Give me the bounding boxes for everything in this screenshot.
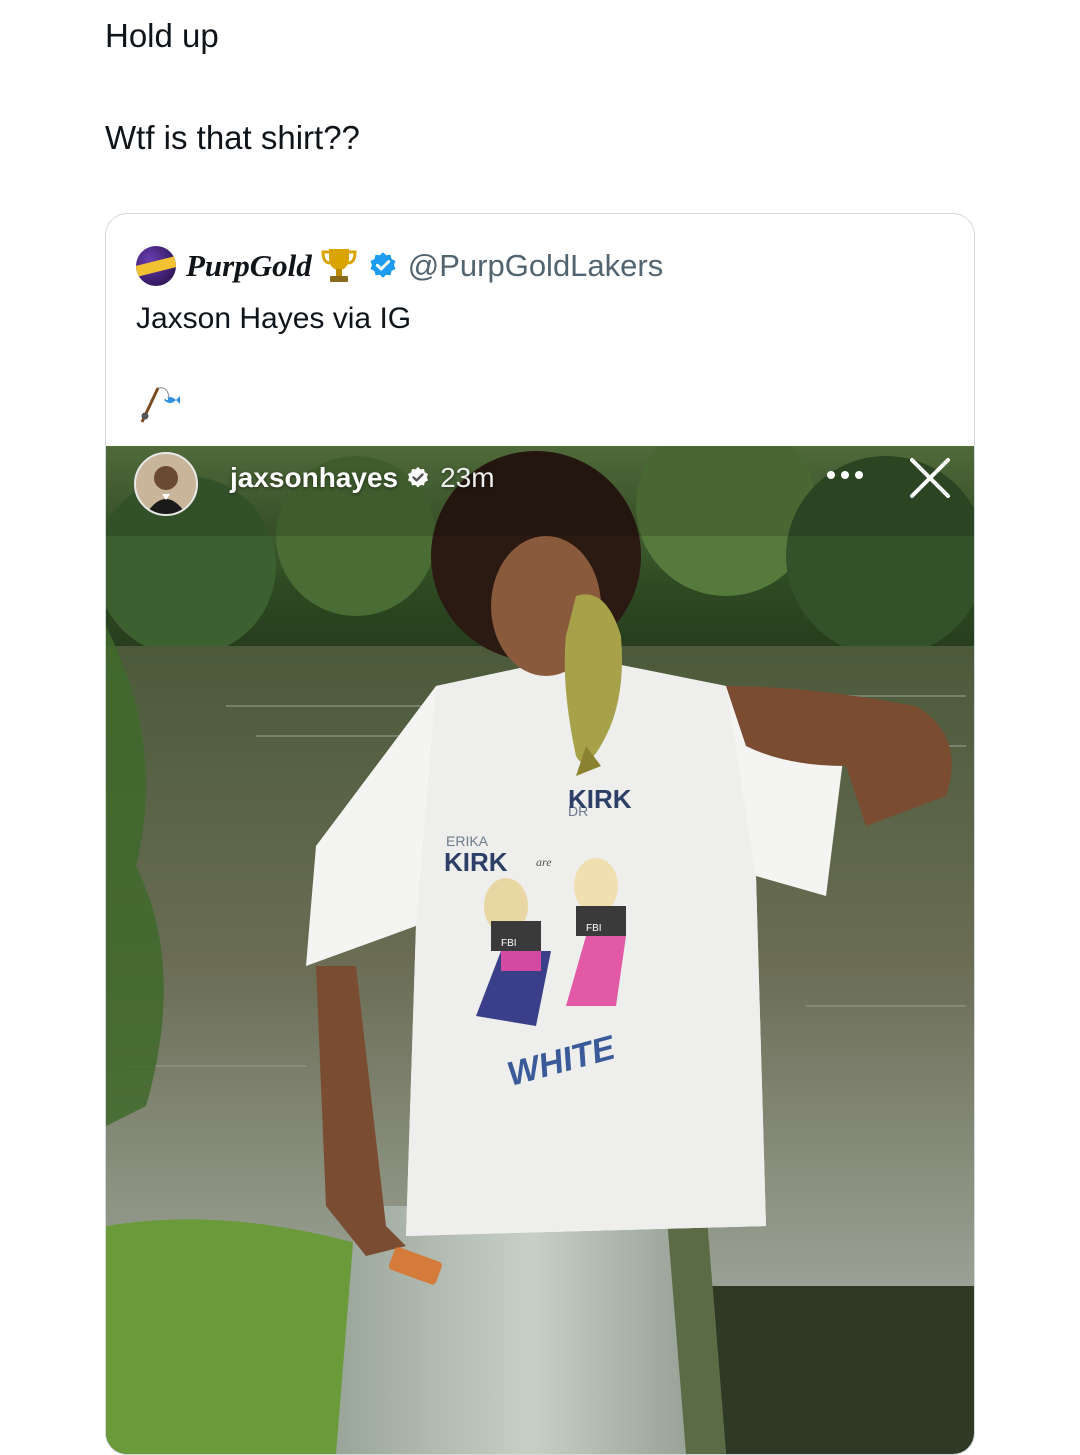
- story-photo-scene: ERIKA KIRK are DR KIRK FBI FBI WHITE: [106, 446, 974, 1454]
- fishing-pole-icon: [140, 387, 180, 423]
- quoted-post-header: PurpGold @PurpGoldLakers: [136, 244, 663, 288]
- story-timestamp: 23m: [440, 462, 495, 493]
- story-screenshot-image[interactable]: ERIKA KIRK are DR KIRK FBI FBI WHITE jax…: [106, 446, 974, 1454]
- story-username[interactable]: jaxsonhayes: [230, 462, 398, 494]
- post-text-line-1: Hold up: [105, 17, 219, 54]
- more-dots-icon[interactable]: [822, 460, 868, 490]
- trophy-icon: [321, 249, 357, 282]
- svg-text:KIRK: KIRK: [444, 847, 508, 877]
- story-user-info: jaxsonhayes 23m: [230, 462, 495, 494]
- svg-text:are: are: [536, 855, 552, 869]
- quoted-author-name[interactable]: PurpGold: [186, 248, 312, 284]
- story-verified-icon: [408, 467, 429, 488]
- svg-text:KIRK: KIRK: [568, 784, 632, 814]
- close-icon[interactable]: [906, 454, 954, 502]
- svg-text:FBI: FBI: [501, 938, 517, 949]
- quoted-post-card[interactable]: PurpGold @PurpGoldLakers Jaxson Hayes vi…: [105, 213, 975, 1455]
- story-user-avatar[interactable]: [134, 452, 198, 516]
- quoted-post-text: Jaxson Hayes via IG: [136, 302, 412, 335]
- svg-text:FBI: FBI: [586, 923, 602, 934]
- purpgold-avatar-icon[interactable]: [136, 246, 176, 286]
- post-text-line-2: Wtf is that shirt??: [105, 119, 360, 156]
- quoted-author-handle[interactable]: @PurpGoldLakers: [408, 248, 663, 284]
- verified-badge-icon: [370, 252, 396, 278]
